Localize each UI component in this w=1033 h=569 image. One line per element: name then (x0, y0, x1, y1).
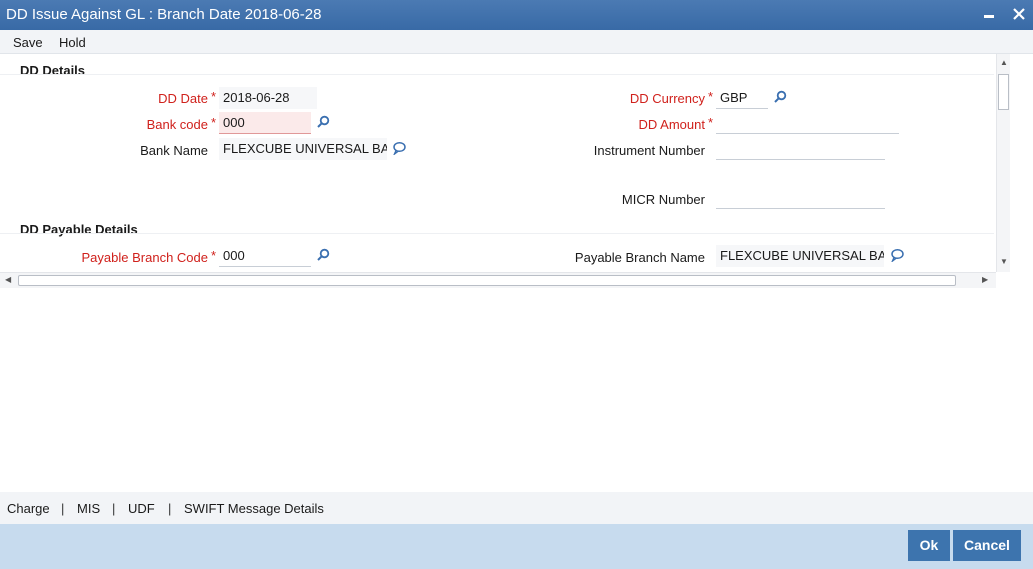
dd-amount-label: DD Amount (638, 117, 705, 132)
minimize-icon (984, 15, 994, 18)
speech-bubble-icon[interactable] (890, 248, 904, 262)
cancel-button[interactable]: Cancel (953, 530, 1021, 561)
required-marker: * (211, 89, 217, 104)
window-titlebar: DD Issue Against GL : Branch Date 2018-0… (0, 0, 1033, 30)
horizontal-scrollbar[interactable]: ◀ ▶ (0, 272, 996, 288)
dd-details-title: DD Details (20, 63, 86, 78)
dd-date-label: DD Date (158, 91, 208, 106)
scroll-right-arrow-icon[interactable]: ▶ (982, 275, 988, 284)
minimize-button[interactable] (978, 4, 1000, 26)
search-icon[interactable] (316, 115, 330, 129)
instrument-number-input[interactable] (716, 138, 885, 160)
scroll-left-arrow-icon[interactable]: ◀ (5, 275, 11, 284)
save-menu-item[interactable]: Save (13, 35, 43, 50)
udf-link[interactable]: UDF (128, 501, 155, 516)
dd-amount-input[interactable] (716, 112, 899, 134)
bank-name-field: FLEXCUBE UNIVERSAL BA (219, 138, 387, 160)
bottom-link-bar: Charge | MIS | UDF | SWIFT Message Detai… (0, 492, 1033, 524)
dd-date-field: 2018-06-28 (219, 87, 317, 109)
dd-currency-label: DD Currency (629, 91, 705, 106)
speech-bubble-icon[interactable] (392, 141, 406, 155)
search-icon[interactable] (316, 248, 330, 262)
payable-branch-name-field: FLEXCUBE UNIVERSAL BA (716, 245, 884, 267)
bank-code-label: Bank code (146, 117, 208, 132)
link-separator: | (61, 501, 65, 516)
close-button[interactable] (1008, 4, 1030, 26)
scroll-up-arrow-icon[interactable]: ▲ (1000, 58, 1008, 67)
horizontal-scroll-thumb[interactable] (18, 275, 956, 286)
window-title: DD Issue Against GL : Branch Date 2018-0… (6, 6, 322, 23)
footer-bar: Ok Cancel (0, 524, 1033, 569)
menu-bar: Save Hold (0, 30, 1033, 54)
section-divider (0, 233, 994, 234)
mis-link[interactable]: MIS (77, 501, 100, 516)
hold-menu-item[interactable]: Hold (59, 35, 86, 50)
dd-currency-input[interactable]: GBP (716, 87, 768, 109)
micr-number-input[interactable] (716, 187, 885, 209)
vertical-scroll-thumb[interactable] (998, 74, 1009, 110)
swift-message-details-link[interactable]: SWIFT Message Details (184, 501, 324, 516)
required-marker: * (708, 115, 714, 130)
ok-button[interactable]: Ok (908, 530, 950, 561)
dd-payable-details-title: DD Payable Details (20, 222, 138, 237)
section-divider (0, 74, 994, 75)
vertical-scrollbar[interactable]: ▲ ▼ (996, 54, 1010, 272)
required-marker: * (708, 89, 714, 104)
charge-link[interactable]: Charge (7, 501, 50, 516)
link-separator: | (168, 501, 172, 516)
required-marker: * (211, 115, 217, 130)
required-marker: * (211, 248, 217, 263)
scroll-down-arrow-icon[interactable]: ▼ (1000, 257, 1008, 266)
payable-branch-code-input[interactable]: 000 (219, 245, 311, 267)
link-separator: | (112, 501, 116, 516)
bank-name-label: Bank Name (140, 143, 208, 158)
search-icon[interactable] (773, 90, 787, 104)
payable-branch-name-label: Payable Branch Name (574, 250, 705, 265)
instrument-number-label: Instrument Number (593, 143, 705, 158)
close-icon (1013, 8, 1025, 20)
payable-branch-code-label: Payable Branch Code (81, 250, 208, 265)
micr-number-label: MICR Number (621, 192, 705, 207)
bank-code-input[interactable]: 000 (219, 112, 311, 134)
form-content: DD Details DD Date * 2018-06-28 Bank cod… (0, 54, 996, 272)
